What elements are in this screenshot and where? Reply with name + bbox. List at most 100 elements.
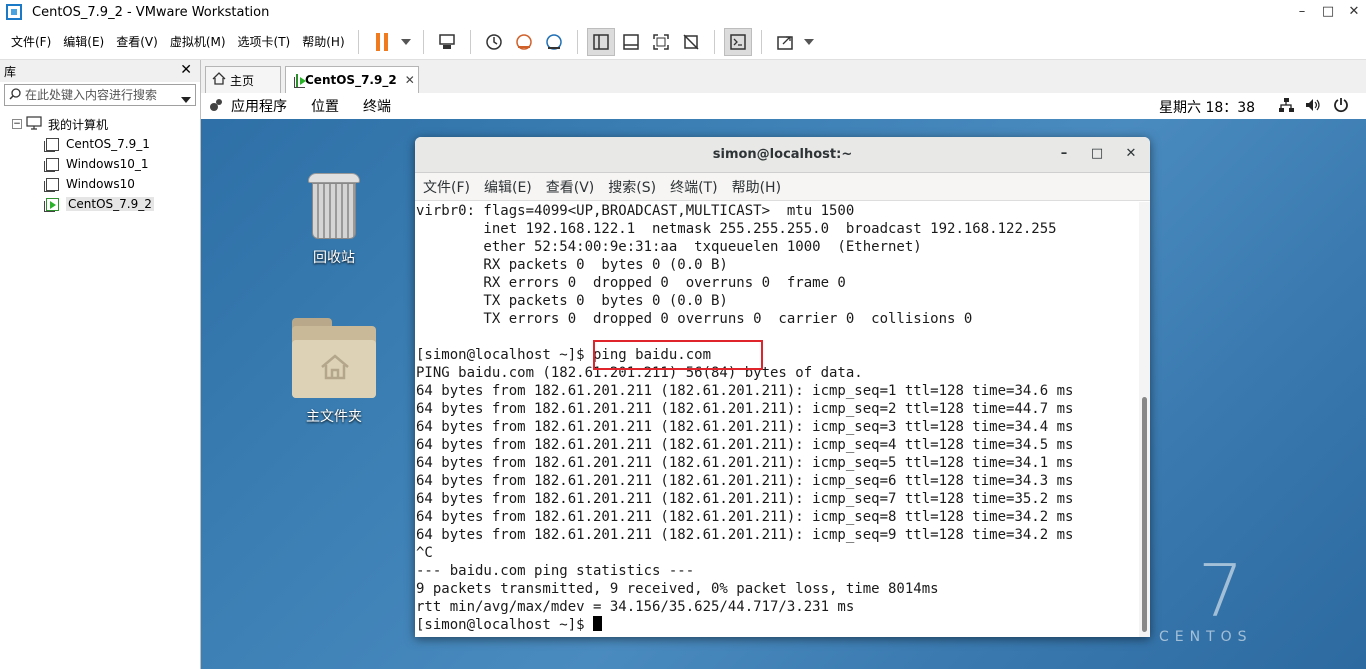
tree-item-label: Windows10 — [66, 177, 135, 191]
menu-vm[interactable]: 虚拟机(M) — [165, 33, 231, 50]
tab-label: CentOS_7.9_2 — [305, 73, 397, 87]
send-ctrl-alt-del-icon[interactable] — [433, 28, 461, 56]
toolbar-separator — [760, 29, 762, 54]
network-icon[interactable] — [1277, 97, 1295, 115]
stretch-icon[interactable] — [771, 28, 799, 56]
gnome-menu-places[interactable]: 位置 — [311, 96, 339, 116]
terminal-title: simon@localhost:~ — [712, 147, 853, 162]
collapse-icon[interactable]: − — [12, 119, 22, 129]
tab-home[interactable]: 主页 — [205, 66, 281, 93]
desktop-trash-label: 回收站 — [313, 250, 355, 266]
library-title: 库 — [4, 64, 17, 79]
snapshot-manager-icon[interactable] — [540, 28, 568, 56]
toolbar-separator — [422, 29, 424, 54]
terminal-titlebar[interactable]: simon@localhost:~ – □ ✕ — [415, 137, 1150, 173]
terminal-output[interactable]: virbr0: flags=4099<UP,BROADCAST,MULTICAS… — [415, 202, 1139, 637]
terminal-close-button[interactable]: ✕ — [1122, 146, 1140, 164]
gnome-clock[interactable]: 星期六 18：38 — [1159, 97, 1255, 117]
tab-centos-7-9-2[interactable]: CentOS_7.9_2 ✕ — [285, 66, 419, 93]
home-icon — [212, 72, 226, 88]
stretch-dropdown-icon[interactable] — [801, 28, 817, 56]
terminal-line: 64 bytes from 182.61.201.211 (182.61.201… — [416, 419, 1074, 435]
terminal-menu-search[interactable]: 搜索(S) — [608, 177, 656, 197]
terminal-line: ether 52:54:00:9e:31:aa txqueuelen 1000 … — [416, 239, 922, 255]
pause-icon[interactable] — [368, 28, 396, 56]
tab-label: 主页 — [230, 73, 255, 88]
computer-icon — [26, 115, 42, 133]
terminal-menu-edit[interactable]: 编辑(E) — [484, 177, 532, 197]
centos-brand: 7 CENTOS — [1159, 555, 1253, 645]
window-title: CentOS_7.9_2 - VMware Workstation — [32, 4, 270, 20]
gnome-top-bar: 应用程序 位置 终端 星期六 18：38 — [201, 93, 1366, 119]
vm-icon — [44, 137, 59, 152]
tab-bar: 主页 CentOS_7.9_2 ✕ — [201, 60, 1366, 93]
terminal-minimize-button[interactable]: – — [1055, 146, 1073, 164]
search-dropdown-icon[interactable] — [181, 92, 191, 106]
unity-icon[interactable] — [677, 28, 705, 56]
fullscreen-icon[interactable] — [647, 28, 675, 56]
menu-file[interactable]: 文件(F) — [6, 33, 56, 50]
desktop-trash[interactable]: 回收站 — [279, 173, 389, 267]
menu-help[interactable]: 帮助(H) — [297, 33, 349, 50]
maximize-button[interactable]: □ — [1316, 2, 1340, 22]
library-header: 库 ✕ — [0, 60, 200, 82]
tree-item-windows10[interactable]: Windows10 — [0, 174, 200, 194]
gnome-menu-applications[interactable]: 应用程序 — [231, 96, 287, 116]
terminal-menu-help[interactable]: 帮助(H) — [732, 177, 781, 197]
tree-root-my-computer[interactable]: − 我的计算机 — [0, 114, 200, 134]
terminal-menu-terminal[interactable]: 终端(T) — [670, 177, 717, 197]
terminal-window[interactable]: simon@localhost:~ – □ ✕ 文件(F) 编辑(E) 查看(V… — [415, 137, 1150, 637]
terminal-line: TX errors 0 dropped 0 overruns 0 carrier… — [416, 311, 973, 327]
terminal-scrollbar[interactable] — [1139, 202, 1150, 637]
terminal-prompt-line[interactable]: [simon@localhost ~]$ — [416, 616, 1139, 634]
console-view-icon[interactable] — [723, 27, 752, 56]
terminal-menubar: 文件(F) 编辑(E) 查看(V) 搜索(S) 终端(T) 帮助(H) — [415, 173, 1150, 201]
tree-item-centos-7-9-1[interactable]: CentOS_7.9_1 — [0, 134, 200, 154]
terminal-line: virbr0: flags=4099<UP,BROADCAST,MULTICAS… — [416, 203, 855, 219]
toolbar-separator — [469, 29, 471, 54]
library-view-icon[interactable] — [586, 27, 615, 56]
search-icon — [9, 87, 21, 103]
home-folder-icon — [292, 318, 376, 398]
vmware-app-icon — [6, 4, 22, 20]
library-search — [4, 84, 196, 106]
library-close-icon[interactable]: ✕ — [180, 62, 192, 78]
terminal-line: rtt min/avg/max/mdev = 34.156/35.625/44.… — [416, 599, 855, 615]
tree-item-label: Windows10_1 — [66, 157, 149, 171]
terminal-scrollbar-thumb[interactable] — [1142, 397, 1147, 632]
snapshot-icon[interactable] — [480, 28, 508, 56]
volume-icon[interactable] — [1304, 97, 1322, 115]
terminal-menu-file[interactable]: 文件(F) — [423, 177, 470, 197]
search-input[interactable] — [25, 86, 175, 104]
power-icon[interactable] — [1332, 97, 1350, 115]
terminal-line: 64 bytes from 182.61.201.211 (182.61.201… — [416, 491, 1074, 507]
terminal-line: ^C — [416, 545, 433, 561]
thumbnail-view-icon[interactable] — [617, 28, 645, 56]
menu-toolbar: 文件(F) 编辑(E) 查看(V) 虚拟机(M) 选项卡(T) 帮助(H) — [0, 24, 1366, 60]
gnome-menu-terminal[interactable]: 终端 — [363, 96, 391, 116]
tree-root-label: 我的计算机 — [48, 117, 109, 132]
dropdown-icon[interactable] — [398, 28, 414, 56]
close-button[interactable]: ✕ — [1342, 2, 1366, 22]
window-titlebar: CentOS_7.9_2 - VMware Workstation – □ ✕ — [0, 0, 1366, 24]
minimize-button[interactable]: – — [1290, 2, 1314, 22]
menu-edit[interactable]: 编辑(E) — [58, 33, 109, 50]
terminal-maximize-button[interactable]: □ — [1088, 146, 1106, 164]
terminal-line: 64 bytes from 182.61.201.211 (182.61.201… — [416, 401, 1074, 417]
terminal-line: inet 192.168.122.1 netmask 255.255.255.0… — [416, 221, 1057, 237]
desktop-home-folder[interactable]: 主文件夹 — [279, 318, 389, 426]
centos-brand-number: 7 — [1197, 549, 1244, 633]
revert-snapshot-icon[interactable] — [510, 28, 538, 56]
terminal-menu-view[interactable]: 查看(V) — [546, 177, 595, 197]
command-highlight-box — [593, 340, 763, 370]
guest-display[interactable]: 应用程序 位置 终端 星期六 18：38 回收站 主文件夹 7 CENTOS s… — [201, 93, 1366, 669]
terminal-line: 64 bytes from 182.61.201.211 (182.61.201… — [416, 473, 1074, 489]
tree-item-centos-7-9-2[interactable]: CentOS_7.9_2 — [0, 194, 200, 214]
menu-tabs[interactable]: 选项卡(T) — [233, 33, 296, 50]
terminal-cursor — [593, 616, 603, 631]
menu-view[interactable]: 查看(V) — [111, 33, 163, 50]
vm-tree: − 我的计算机 CentOS_7.9_1 Windows10_1 Windows… — [0, 114, 200, 214]
tree-item-windows10-1[interactable]: Windows10_1 — [0, 154, 200, 174]
tab-close-icon[interactable]: ✕ — [405, 73, 415, 87]
